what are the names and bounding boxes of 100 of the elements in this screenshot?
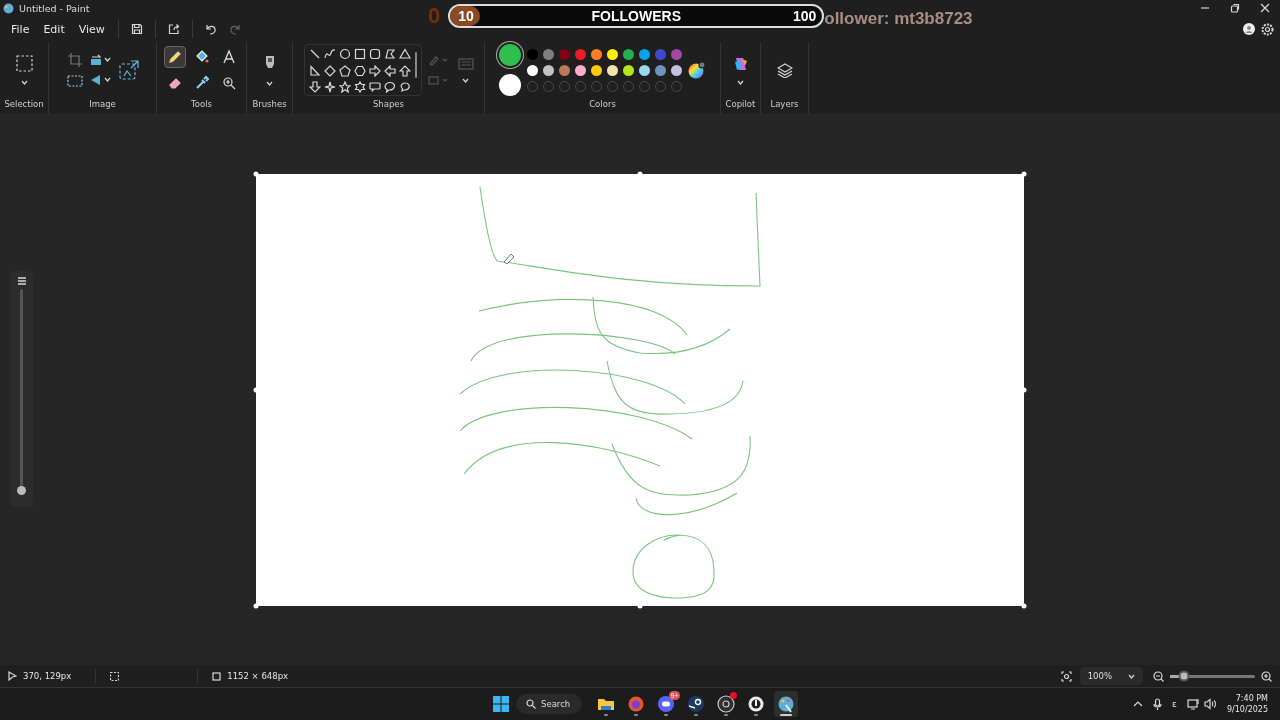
color-swatch[interactable] [575,64,586,76]
color-swatch[interactable] [591,48,602,60]
shape-icon [323,81,336,94]
shape-icon [383,81,396,94]
rotate-icon[interactable] [88,54,113,66]
shape-button[interactable] [308,81,321,94]
resize-handle[interactable] [1021,603,1027,609]
selection-icon[interactable] [15,55,33,72]
layers-icon[interactable] [776,62,793,78]
color-swatch[interactable] [607,64,618,76]
color-swatch[interactable] [559,64,570,76]
chat-icon [657,695,676,713]
shape-button[interactable] [368,64,381,77]
color-swatch[interactable] [671,64,682,76]
color-swatch[interactable] [527,48,538,60]
save-icon [130,23,143,35]
group-label: Tools [191,98,212,111]
input-indicator[interactable]: ε [1172,699,1177,709]
color-swatch[interactable] [671,48,682,60]
shape-button[interactable] [368,48,381,60]
clock[interactable]: 7:40 PM 9/10/2025 [1226,693,1268,715]
shape-button[interactable] [383,64,396,77]
select-all-icon[interactable] [66,75,83,87]
caret-icon [737,79,744,85]
menu-item[interactable]: File [4,19,37,39]
settings-icon[interactable] [1261,22,1274,36]
color-swatch[interactable] [543,48,554,60]
slider-thumb[interactable] [17,486,26,495]
zoom-in-icon[interactable] [1261,670,1272,682]
color-swatch[interactable] [655,64,666,76]
volume-icon[interactable] [1203,698,1217,710]
shape-button[interactable] [398,48,411,60]
chevron-up-icon[interactable] [1133,700,1144,708]
shape-button[interactable] [338,48,351,60]
secondary-color[interactable] [499,74,521,96]
resize-handle[interactable] [253,603,259,609]
color-swatch[interactable] [591,64,602,76]
resize-handle[interactable] [253,387,259,393]
color-swatch[interactable] [527,64,538,76]
shape-button[interactable] [353,48,366,60]
canvas-size: 1152 × 648px [227,671,289,681]
share-icon [167,23,180,35]
shape-icon [368,48,381,60]
shape-button[interactable] [383,81,396,94]
resize-icon[interactable] [118,60,139,80]
shape-button[interactable] [353,81,366,94]
fit-to-window-icon[interactable] [1060,670,1072,682]
resize-handle[interactable] [253,171,259,177]
copilot-icon[interactable] [732,55,749,72]
resize-handle[interactable] [1021,171,1027,177]
shape-button[interactable] [308,48,321,60]
shape-button[interactable] [368,81,381,94]
slider-thumb[interactable] [1178,670,1190,682]
search-button[interactable]: Search [516,694,583,714]
color-swatch[interactable] [655,48,666,60]
primary-color[interactable] [499,44,521,66]
tool-button[interactable] [163,46,186,68]
color-swatch[interactable] [639,64,650,76]
color-swatch[interactable] [607,48,618,60]
shape-button[interactable] [338,81,351,94]
color-swatch[interactable] [543,64,554,76]
shape-icon [368,64,381,77]
pencil-icon [166,49,183,65]
taskbar-app[interactable] [714,691,739,717]
menu-item[interactable]: Edit [36,19,72,39]
color-swatch[interactable] [575,48,586,60]
shape-button[interactable] [323,48,336,60]
resize-handle[interactable] [637,171,643,177]
shape-icon [308,48,321,60]
taskbar-app[interactable] [774,691,799,717]
color-wheel-icon[interactable] [688,61,706,79]
shape-button[interactable] [338,64,351,77]
shape-button[interactable] [398,64,411,77]
start-icon[interactable] [492,695,510,713]
crop-icon[interactable] [67,53,82,67]
zoom-dropdown[interactable]: 100% [1079,667,1143,685]
caret-icon [462,77,469,83]
color-swatch[interactable] [623,64,634,76]
resize-handle[interactable] [1021,387,1027,393]
color-swatch[interactable] [639,48,650,60]
account-icon[interactable] [1243,22,1255,35]
zoom-out-icon[interactable] [1153,670,1164,682]
shape-button[interactable] [398,81,411,94]
shape-button[interactable] [383,48,396,60]
shape-button[interactable] [353,64,366,77]
color-swatch[interactable] [623,48,634,60]
brush-size-slider[interactable] [16,289,27,495]
shape-icon [353,48,366,60]
shape-button[interactable] [323,81,336,94]
resize-handle[interactable] [637,603,643,609]
menu-item[interactable]: View [71,19,112,39]
network-icon[interactable] [1186,698,1200,710]
selection-size-icon [110,671,120,681]
goal-target: 100 [792,8,817,24]
shape-button[interactable] [323,64,336,77]
color-swatch[interactable] [559,48,570,60]
microphone-icon[interactable] [1153,697,1163,711]
shape-button[interactable] [308,64,321,77]
recorder-icon [717,695,736,713]
shape-icon [323,48,336,60]
